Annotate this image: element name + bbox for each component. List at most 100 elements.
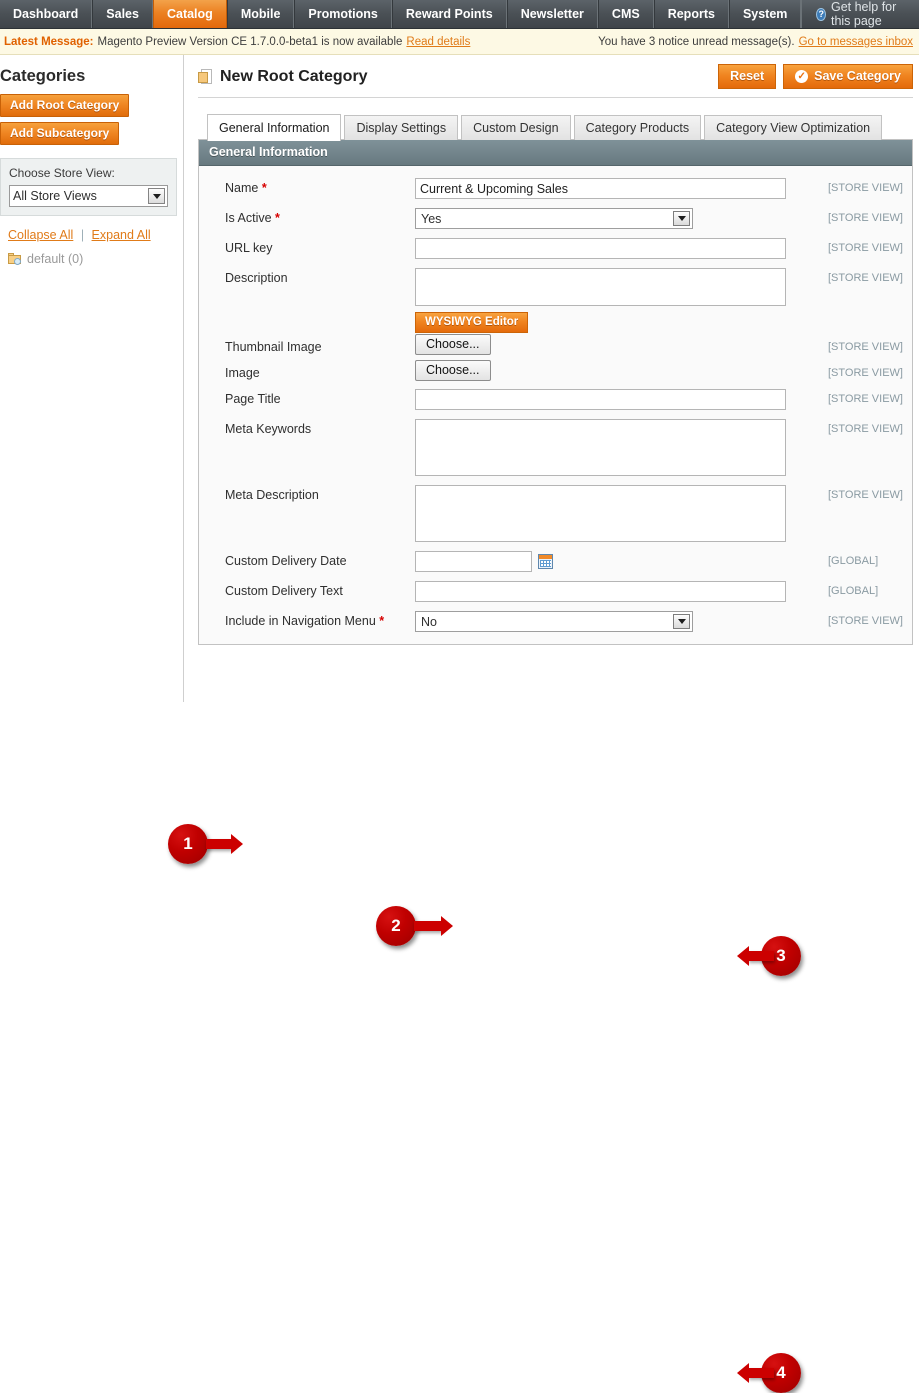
meta-keywords-textarea[interactable] [415, 419, 786, 476]
get-help-label: Get help for this page [830, 0, 897, 28]
category-folder-icon [198, 68, 213, 85]
label-include-in-navigation-menu: Include in Navigation Menu * [207, 611, 415, 628]
chevron-down-icon [148, 188, 165, 204]
folder-icon [8, 253, 22, 265]
sidebar-title: Categories [0, 67, 86, 85]
description-textarea[interactable] [415, 268, 786, 306]
tree-item-label: default (0) [27, 252, 84, 266]
get-help-link[interactable]: ? Get help for this page [801, 0, 919, 28]
nav-item-reward-points[interactable]: Reward Points [391, 0, 507, 28]
message-text: Magento Preview Version CE 1.7.0.0-beta1… [97, 35, 403, 48]
expand-all-link[interactable]: Expand All [92, 228, 151, 242]
label-include-nav-text: Include in Navigation Menu [225, 614, 376, 628]
required-marker: * [271, 211, 280, 225]
field-row-is-active: Is Active * Yes [STORE VIEW] [207, 208, 904, 229]
label-thumbnail-image: Thumbnail Image [225, 340, 322, 354]
label-is-active-text: Is Active [225, 211, 272, 225]
label-page-title: Page Title [225, 392, 281, 406]
store-view-value: All Store Views [13, 189, 97, 203]
name-input[interactable]: Current & Upcoming Sales [415, 178, 786, 199]
url-key-input[interactable] [415, 238, 786, 259]
scope-meta-description: [STORE VIEW] [828, 489, 903, 501]
tree-toggle-links: Collapse All | Expand All [0, 226, 183, 242]
nav-item-sales[interactable]: Sales [92, 0, 153, 28]
nav-item-cms[interactable]: CMS [597, 0, 654, 28]
collapse-all-link[interactable]: Collapse All [8, 228, 73, 242]
content-header: New Root Category Reset ✓ Save Category [198, 64, 913, 98]
tab-display-settings[interactable]: Display Settings [344, 115, 459, 140]
label-image: Image [225, 366, 260, 380]
scope-meta-keywords: [STORE VIEW] [828, 423, 903, 435]
read-details-link[interactable]: Read details [406, 36, 470, 48]
tab-custom-design[interactable]: Custom Design [461, 115, 571, 140]
add-subcategory-button[interactable]: Add Subcategory [0, 122, 120, 145]
meta-description-textarea[interactable] [415, 485, 786, 542]
nav-item-dashboard[interactable]: Dashboard [0, 0, 93, 28]
required-marker: * [375, 614, 385, 628]
save-category-button[interactable]: ✓ Save Category [783, 64, 913, 89]
include-in-navigation-menu-value: No [421, 614, 437, 629]
field-row-thumbnail-image: Thumbnail Image Choose... [STORE VIEW] [207, 334, 904, 355]
custom-delivery-text-input[interactable] [415, 581, 786, 602]
scope-is-active: [STORE VIEW] [828, 212, 903, 224]
panel-heading: General Information [199, 140, 912, 166]
top-navigation-bar: Dashboard Sales Catalog Mobile Promotion… [0, 0, 919, 29]
include-in-navigation-menu-select[interactable]: No [415, 611, 693, 632]
field-row-image: Image Choose... [STORE VIEW] [207, 360, 904, 381]
store-view-selector-box: Choose Store View: All Store Views [0, 158, 177, 216]
field-row-page-title: Page Title [STORE VIEW] [207, 389, 904, 410]
annotation-badge-1: 1 [168, 824, 208, 864]
name-input-value: Current & Upcoming Sales [420, 181, 568, 196]
field-row-name: Name * Current & Upcoming Sales [STORE V… [207, 178, 904, 199]
wysiwyg-editor-button[interactable]: WYSIWYG Editor [415, 312, 529, 333]
category-tabs: General Information Display Settings Cus… [207, 113, 913, 141]
scope-page-title: [STORE VIEW] [828, 393, 903, 405]
tab-category-view-optimization[interactable]: Category View Optimization [704, 115, 883, 140]
scope-thumbnail-image: [STORE VIEW] [828, 341, 903, 353]
label-url-key: URL key [225, 241, 273, 255]
nav-item-newsletter[interactable]: Newsletter [506, 0, 598, 28]
label-name: Name * [207, 178, 415, 195]
field-row-description: Description WYSIWYG Editor [STORE VIEW] [207, 268, 904, 333]
messages-inbox-link[interactable]: Go to messages inbox [799, 36, 913, 48]
page-body: Categories Add Root Category Add Subcate… [0, 55, 919, 702]
label-name-text: Name [225, 181, 259, 195]
scope-image: [STORE VIEW] [828, 367, 903, 379]
scope-custom-delivery-text: [GLOBAL] [828, 585, 879, 597]
nav-item-system[interactable]: System [728, 0, 802, 28]
annotation-arrow-2 [414, 916, 453, 936]
save-label: Save Category [814, 69, 901, 83]
main-content: New Root Category Reset ✓ Save Category … [184, 55, 919, 702]
add-root-category-button[interactable]: Add Root Category [0, 94, 130, 117]
field-row-custom-delivery-text: Custom Delivery Text [GLOBAL] [207, 581, 904, 602]
thumbnail-image-choose-button[interactable]: Choose... [415, 334, 491, 355]
label-custom-delivery-text: Custom Delivery Text [225, 584, 343, 598]
annotation-badge-2: 2 [376, 906, 416, 946]
page-title-input[interactable] [415, 389, 786, 410]
reset-button[interactable]: Reset [718, 64, 777, 89]
nav-item-promotions[interactable]: Promotions [294, 0, 392, 28]
category-tree-item-default[interactable]: default (0) [0, 242, 183, 266]
calendar-icon[interactable] [538, 554, 553, 569]
chevron-down-icon [673, 211, 690, 226]
latest-message-bar: Latest Message: Magento Preview Version … [0, 29, 919, 55]
store-view-select[interactable]: All Store Views [9, 185, 168, 207]
tab-category-products[interactable]: Category Products [573, 115, 702, 140]
chevron-down-icon [673, 614, 690, 629]
tab-general-information[interactable]: General Information [207, 114, 342, 141]
label-custom-delivery-date: Custom Delivery Date [225, 554, 347, 568]
check-circle-icon: ✓ [795, 69, 809, 83]
label-description: Description [225, 271, 288, 285]
custom-delivery-date-input[interactable] [415, 551, 532, 572]
annotation-arrow-3 [737, 946, 774, 966]
nav-item-mobile[interactable]: Mobile [226, 0, 295, 28]
image-choose-button[interactable]: Choose... [415, 360, 491, 381]
is-active-value: Yes [421, 211, 442, 226]
categories-sidebar: Categories Add Root Category Add Subcate… [0, 55, 184, 702]
store-view-label: Choose Store View: [9, 166, 115, 180]
field-row-include-in-navigation-menu: Include in Navigation Menu * No [STORE V… [207, 611, 904, 632]
annotation-arrow-1 [206, 834, 243, 854]
nav-item-reports[interactable]: Reports [653, 0, 729, 28]
is-active-select[interactable]: Yes [415, 208, 693, 229]
nav-item-catalog[interactable]: Catalog [152, 0, 227, 28]
